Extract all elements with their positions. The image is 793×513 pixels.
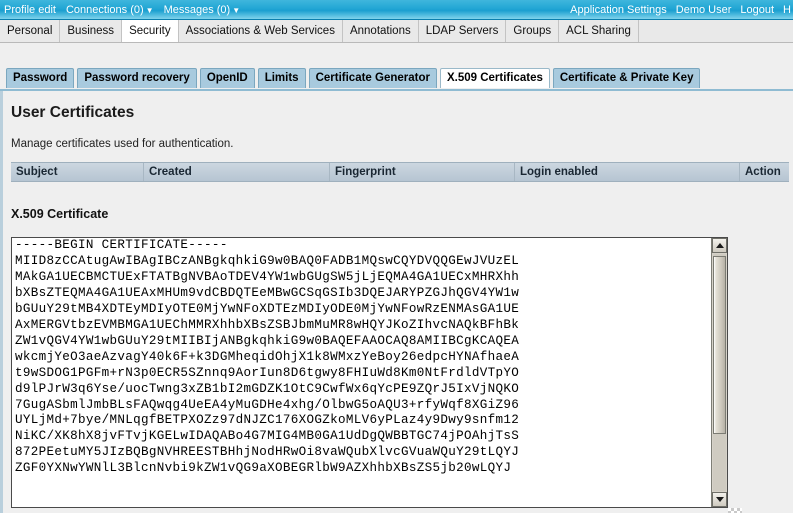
subtab-password[interactable]: Password — [6, 68, 74, 88]
content-panel: User Certificates Manage certificates us… — [0, 91, 793, 513]
tab-ldap-servers-label: LDAP Servers — [426, 25, 499, 37]
certificate-textarea-value: -----BEGIN CERTIFICATE----- MIID8zCCAtug… — [15, 238, 715, 477]
menu-messages-label: Messages (0) — [164, 4, 231, 16]
link-application-settings[interactable]: Application Settings — [570, 4, 667, 16]
tab-business-label: Business — [67, 25, 114, 37]
subtab-limits-label: Limits — [265, 72, 299, 84]
subtab-certificate-generator[interactable]: Certificate Generator — [309, 68, 437, 88]
arrow-down-icon — [716, 497, 724, 502]
chevron-down-icon: ▼ — [146, 6, 154, 15]
section-title-x509-certificate: X.509 Certificate — [11, 207, 108, 221]
subtab-password-recovery[interactable]: Password recovery — [77, 68, 196, 88]
subtab-openid[interactable]: OpenID — [200, 68, 255, 88]
subtab-openid-label: OpenID — [207, 72, 248, 84]
menu-profile-edit[interactable]: Profile edit — [4, 4, 56, 16]
column-header-action[interactable]: Action — [740, 163, 789, 181]
subtab-certificate-private-key[interactable]: Certificate & Private Key — [553, 68, 701, 88]
table-body-empty — [11, 182, 789, 192]
chevron-down-icon: ▼ — [232, 6, 240, 15]
column-header-fingerprint[interactable]: Fingerprint — [330, 163, 515, 181]
column-header-login-enabled[interactable]: Login enabled — [515, 163, 740, 181]
tab-security[interactable]: Security — [122, 20, 179, 42]
scroll-up-button[interactable] — [712, 238, 727, 253]
tab-associations-web-services[interactable]: Associations & Web Services — [179, 20, 343, 42]
tab-personal-label: Personal — [7, 25, 52, 37]
app-window: Profile edit Connections (0)▼ Messages (… — [0, 0, 793, 513]
tab-annotations[interactable]: Annotations — [343, 20, 419, 42]
tab-groups-label: Groups — [513, 25, 551, 37]
certificate-textarea[interactable]: -----BEGIN CERTIFICATE----- MIID8zCCAtug… — [11, 237, 728, 508]
topbar-left-group: Profile edit Connections (0)▼ Messages (… — [0, 4, 240, 16]
tab-annotations-label: Annotations — [350, 25, 411, 37]
link-help[interactable]: H — [783, 4, 791, 16]
link-demo-user[interactable]: Demo User — [676, 4, 732, 16]
tab-associations-web-services-label: Associations & Web Services — [186, 25, 335, 37]
tab-acl-sharing-label: ACL Sharing — [566, 25, 631, 37]
sub-tab-list: Password Password recovery OpenID Limits… — [6, 67, 700, 88]
tab-personal[interactable]: Personal — [0, 20, 60, 42]
subtab-limits[interactable]: Limits — [258, 68, 306, 88]
menu-connections-label: Connections (0) — [66, 4, 144, 16]
subtab-certificate-private-key-label: Certificate & Private Key — [560, 72, 694, 84]
subtab-certificate-generator-label: Certificate Generator — [316, 72, 430, 84]
link-logout[interactable]: Logout — [740, 4, 774, 16]
tab-ldap-servers[interactable]: LDAP Servers — [419, 20, 507, 42]
subtab-password-label: Password — [13, 72, 67, 84]
table-header-row: Subject Created Fingerprint Login enable… — [11, 162, 789, 182]
column-header-created[interactable]: Created — [144, 163, 330, 181]
textarea-scrollbar[interactable] — [711, 238, 727, 507]
subtab-password-recovery-label: Password recovery — [84, 72, 189, 84]
tab-security-label: Security — [129, 25, 171, 37]
arrow-up-icon — [716, 243, 724, 248]
scrollbar-thumb[interactable] — [713, 256, 726, 434]
certificates-table: Subject Created Fingerprint Login enable… — [11, 162, 789, 192]
tab-acl-sharing[interactable]: ACL Sharing — [559, 20, 639, 42]
menu-messages[interactable]: Messages (0)▼ — [164, 4, 241, 16]
main-tab-bar: Personal Business Security Associations … — [0, 20, 793, 43]
menu-connections[interactable]: Connections (0)▼ — [66, 4, 154, 16]
subtab-x509-certificates-label: X.509 Certificates — [447, 72, 543, 84]
subtab-x509-certificates[interactable]: X.509 Certificates — [440, 68, 550, 88]
resize-corner-artifact — [728, 508, 742, 513]
tab-business[interactable]: Business — [60, 20, 122, 42]
page-title: User Certificates — [11, 104, 134, 122]
scroll-down-button[interactable] — [712, 492, 727, 507]
top-navigation-bar: Profile edit Connections (0)▼ Messages (… — [0, 0, 793, 20]
sub-tab-bar: Password Password recovery OpenID Limits… — [0, 43, 793, 91]
menu-profile-edit-label: Profile edit — [4, 4, 56, 16]
page-description: Manage certificates used for authenticat… — [11, 138, 233, 150]
column-header-subject[interactable]: Subject — [11, 163, 144, 181]
tab-groups[interactable]: Groups — [506, 20, 559, 42]
topbar-right-group: Application Settings Demo User Logout H — [570, 0, 793, 19]
